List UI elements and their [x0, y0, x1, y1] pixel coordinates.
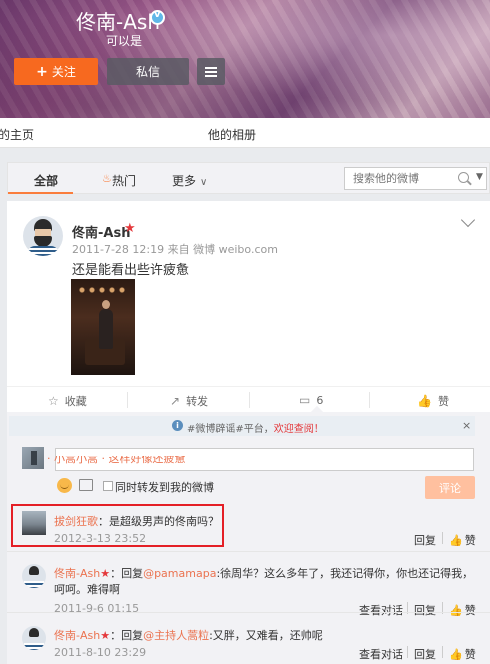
star-icon: ★	[124, 221, 136, 236]
profile-name: 佟南-Ash	[76, 10, 160, 34]
close-icon[interactable]: ×	[462, 419, 471, 432]
repost-label: 同时转发到我的微博	[115, 481, 214, 494]
comment-like-button[interactable]: 👍 赞	[449, 532, 476, 548]
feed-filter-bar: 全部 ♨ 热门 更多∨ ▼	[7, 162, 490, 194]
search-box: ▼	[344, 167, 487, 190]
post-text: 还是能看出些许疲惫	[72, 263, 190, 278]
post-photo[interactable]	[71, 279, 135, 375]
post-actions: ☆ 收藏 ↗ 转发 ▭ 6 👍 赞	[7, 386, 490, 412]
mention-link[interactable]: @主持人蒿粒	[143, 629, 209, 642]
repost-checkbox[interactable]	[103, 481, 113, 491]
tab-album[interactable]: 他的相册	[208, 126, 256, 143]
reply-button[interactable]: 回复	[414, 646, 436, 662]
partial-comment-text: · 小蒿小蒿 · 这样好像还疲惫	[47, 456, 186, 464]
search-icon[interactable]	[458, 172, 469, 183]
filter-more[interactable]: 更多 ∨	[172, 172, 207, 189]
menu-icon	[205, 67, 217, 69]
comment-icon: ▭	[299, 393, 311, 407]
info-icon: i	[172, 420, 183, 431]
star-icon: ★	[100, 567, 111, 580]
follow-label: 关注	[51, 65, 76, 79]
notice-link[interactable]: 欢迎查阅！	[274, 424, 324, 435]
filter-hot[interactable]: 热门	[112, 172, 136, 189]
thumbs-up-icon: 👍	[417, 394, 432, 408]
comment-time: 2011-8-10 23:29	[54, 646, 147, 659]
follow-button[interactable]: + 关注	[14, 58, 98, 85]
like-button[interactable]: 👍 赞	[417, 393, 449, 409]
active-tab-indicator	[8, 192, 73, 194]
profile-bio: 可以是	[106, 34, 143, 48]
comment-area: i #微博辟谣#平台，欢迎查阅！ × 同时转发到我的微博 评论 拔剑狂歌：是超级…	[7, 412, 490, 664]
highlight-box	[11, 504, 224, 547]
view-conversation-button[interactable]: 查看对话	[359, 646, 403, 662]
verified-icon	[150, 9, 165, 25]
notice-banner: i #微博辟谣#平台，欢迎查阅！ ×	[9, 416, 475, 436]
mention-link[interactable]: @pamamapa	[143, 567, 216, 580]
partial-comment: · 小蒿小蒿 · 这样好像还疲惫	[15, 456, 315, 464]
post-author[interactable]: 佟南-Ash	[72, 222, 130, 241]
commenter-avatar[interactable]	[22, 564, 46, 588]
comment-item: 佟南-Ash★：回复@pamamapa:徐周华？这么多年了，我还记得你，你也还记…	[7, 551, 490, 617]
tab-home[interactable]: 的主页	[0, 126, 34, 143]
thumbs-up-icon: 👍	[449, 648, 463, 661]
commenter-name[interactable]: 佟南-Ash	[54, 629, 100, 642]
reply-button[interactable]: 回复	[414, 532, 436, 548]
fire-icon: ♨	[102, 172, 112, 185]
star-outline-icon: ☆	[48, 394, 59, 408]
comment-text: :又胖，又难看，还帅呢	[209, 629, 323, 642]
comment-button[interactable]: ▭ 6	[299, 393, 323, 407]
commenter-avatar[interactable]	[22, 626, 46, 650]
submit-comment-button[interactable]: 评论	[425, 476, 475, 499]
post-meta: 2011-7-28 12:19 来自 微博 weibo.com	[72, 243, 278, 256]
filter-more-label: 更多	[172, 174, 197, 188]
forward-button[interactable]: ↗ 转发	[170, 393, 208, 409]
more-menu-button[interactable]	[197, 58, 225, 85]
plus-icon: +	[36, 63, 48, 80]
commenter-name[interactable]: 佟南-Ash	[54, 567, 100, 580]
emoji-icon[interactable]	[57, 478, 72, 493]
forward-icon: ↗	[170, 394, 181, 408]
thumbs-up-icon: 👍	[449, 534, 463, 547]
comment-like-button[interactable]: 👍 赞	[449, 646, 476, 662]
chevron-down-icon: ∨	[200, 177, 208, 188]
filter-all[interactable]: 全部	[34, 172, 58, 189]
profile-tabs: 的主页 他的相册	[0, 118, 490, 148]
image-icon[interactable]	[79, 479, 93, 491]
chevron-down-icon[interactable]	[460, 212, 476, 228]
favorite-button[interactable]: ☆ 收藏	[48, 393, 87, 409]
post-card: 佟南-Ash ★ 2011-7-28 12:19 来自 微博 weibo.com…	[7, 201, 490, 664]
star-icon: ★	[100, 629, 111, 642]
caret-down-icon[interactable]: ▼	[476, 172, 483, 182]
message-button[interactable]: 私信	[107, 58, 189, 85]
comment-item: 佟南-Ash★：回复@主持人蒿粒:又胖，又难看，还帅呢 2011-8-10 23…	[7, 612, 490, 661]
avatar[interactable]	[23, 216, 63, 256]
search-input[interactable]	[345, 168, 455, 189]
